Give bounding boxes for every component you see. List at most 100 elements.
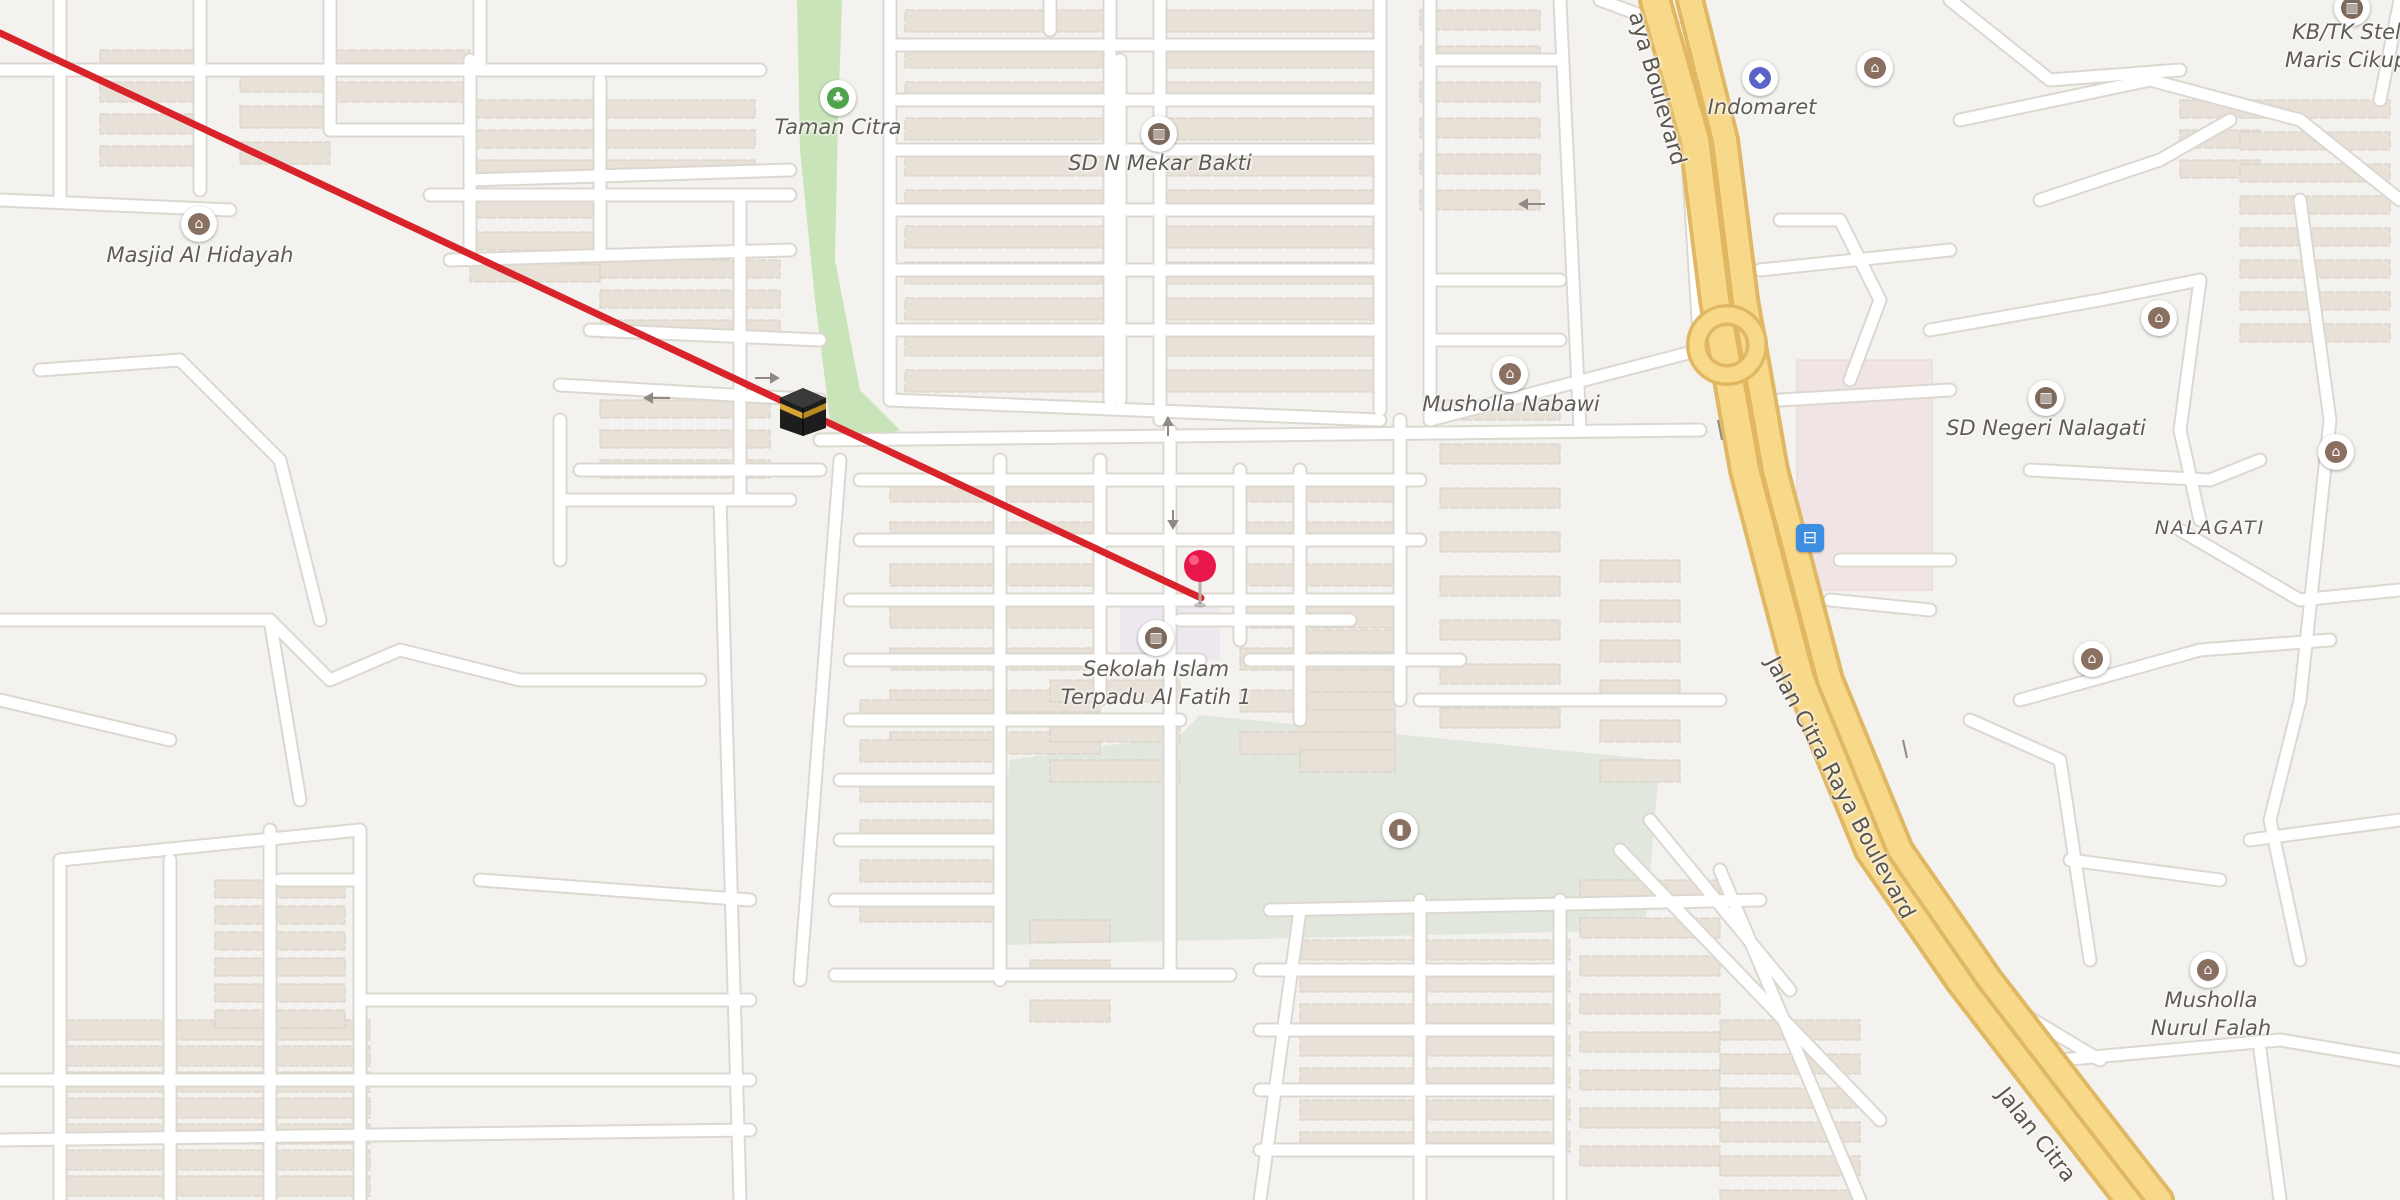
building-row [474,99,596,119]
building-row [474,129,596,149]
building-row [1439,619,1561,641]
street [54,824,366,866]
mosque-icon[interactable]: ⌂ [1857,50,1893,86]
building-row [1599,719,1681,743]
building-row [1579,993,1721,1015]
place-label-musholla-nurul-line1: Musholla [2164,988,2258,1012]
place-label-sd-mekar-bakti: SD N Mekar Bakti [1068,151,1252,175]
building-row [1299,749,1396,773]
building-row [214,957,346,977]
mosque-icon[interactable]: ⌂ [181,206,217,242]
place-label-musholla-nabawi: Musholla Nabawi [1422,392,1600,416]
school-icon[interactable]: ▥ [1138,620,1174,656]
building-row [1419,153,1541,175]
building-row [1164,225,1376,249]
place-label-kb-tk-line1: KB/TK Stell [2292,20,2400,44]
building-row [1719,1189,1861,1200]
building-row [904,9,1106,33]
building-row [1299,629,1396,653]
place-label-kb-tk-line2: Maris Cikup [2285,48,2400,72]
building-row [1599,759,1681,783]
building-row [1579,1031,1721,1053]
place-label-indomaret: Indomaret [1707,95,1817,119]
building-row [1439,487,1561,509]
building-row [239,105,331,129]
area-label-nalagati: NALAGATI [2154,517,2266,539]
street [0,694,176,746]
building-row [1419,81,1541,103]
building-row [1029,999,1111,1023]
building-row [1599,559,1681,583]
street [32,352,328,628]
mosque-icon[interactable]: ⌂ [2141,300,2177,336]
school-icon[interactable]: ▥ [1141,116,1177,152]
building-row [904,369,1106,393]
building-row [859,739,1001,763]
building-row [1439,531,1561,553]
building-row [599,259,781,279]
building-row [334,81,471,103]
place-label-taman-citra: Taman Citra [774,115,902,139]
building-row [604,99,756,119]
mosque-icon[interactable]: ⌂ [2074,641,2110,677]
building-row [1419,117,1541,139]
building-row [1164,369,1376,393]
building-row [1579,1107,1721,1129]
tree-icon[interactable]: ♣ [820,80,856,116]
street [1772,212,1888,388]
building-row [1439,443,1561,465]
building-row [1299,669,1396,693]
building-row [1299,939,1571,961]
building-row [64,1045,371,1067]
school-icon[interactable]: ▥ [2028,380,2064,416]
building-row [1579,1145,1721,1167]
shopping-bag-icon[interactable]: ◆ [1742,60,1778,96]
building-row [904,297,1106,321]
place-label-sekolah-islam-line1: Sekolah Islam [1082,657,1230,681]
building-row [1049,759,1181,783]
building-row [1299,1099,1571,1121]
location-pin-icon[interactable] [1180,548,1220,610]
building-row [1164,9,1376,33]
building-row [469,231,601,251]
building-row [64,1097,371,1119]
building-row [1029,919,1111,943]
cemetery-icon[interactable]: ▮ [1382,812,1418,848]
map-view[interactable]: ♣ ▥ ⌂ ⌂ ◆ ⌂ ▥ ⌂ ▥ ⌂ ⌂ ▥ ▮ ⌂ ⊟ Taman Citr… [0,0,2400,1200]
street [1944,0,2186,86]
building-row [1299,1003,1571,1025]
building-row [214,983,346,1003]
place-label-masjid-al-hidayah: Masjid Al Hidayah [106,243,294,267]
building-row [604,129,756,149]
street [2014,634,2336,706]
place-label-sd-negeri-nalagati: SD Negeri Nalagati [1946,416,2146,440]
bus-stop-icon[interactable]: ⊟ [1796,524,1824,552]
building-row [64,1175,371,1197]
building-row [214,905,346,925]
building-row [1439,707,1561,729]
building-row [2239,195,2391,215]
building-row [1719,1087,1861,1109]
mosque-icon[interactable]: ⌂ [2318,434,2354,470]
building-row [1164,117,1376,141]
building-row [859,859,1001,883]
building-row [904,225,1106,249]
mosque-icon[interactable]: ⌂ [2190,952,2226,988]
building-row [214,1009,346,1029]
building-row [1299,1035,1571,1057]
building-row [1419,9,1541,31]
building-row [1579,1069,1721,1091]
building-row [1579,955,1721,977]
building-row [214,931,346,951]
mosque-icon[interactable]: ⌂ [1492,356,1528,392]
street [34,354,326,626]
building-row [469,199,601,219]
building-row [1239,563,1396,587]
building-row [1599,639,1681,663]
building-row [1419,189,1541,211]
kaaba-icon [776,384,830,438]
building-row [599,289,781,309]
building-row [2239,227,2391,247]
building-row [1299,709,1396,733]
building-row [1164,297,1376,321]
